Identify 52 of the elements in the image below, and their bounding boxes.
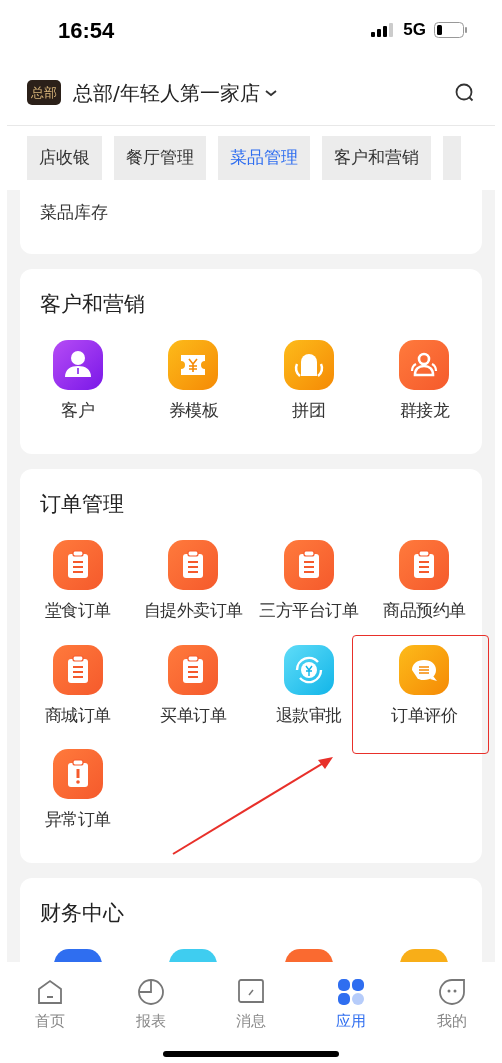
category-tab[interactable]: 菜品管理 bbox=[218, 136, 310, 180]
search-icon bbox=[455, 82, 475, 103]
app-label[interactable]: 自提外卖订单 bbox=[143, 598, 243, 624]
clipboard-icon bbox=[168, 644, 219, 695]
nav-tab[interactable]: 应用 bbox=[301, 978, 402, 1033]
clipboard-icon bbox=[52, 540, 103, 590]
clipboard-alert-icon bbox=[52, 749, 103, 799]
clipboard-icon bbox=[168, 540, 219, 590]
category-tab[interactable]: 餐厅管理 bbox=[114, 136, 206, 180]
chat-bubble-icon bbox=[399, 644, 450, 695]
face-icon bbox=[437, 978, 466, 1006]
message-icon bbox=[237, 978, 265, 1006]
figure-icon bbox=[283, 340, 334, 390]
clipboard-icon bbox=[52, 644, 103, 695]
pie-chart-icon bbox=[136, 978, 165, 1006]
store-badge: 总部 bbox=[27, 79, 61, 106]
refund-icon bbox=[283, 644, 334, 695]
coupon-icon bbox=[168, 340, 219, 390]
status-time: 16:54 bbox=[58, 16, 115, 45]
app-label[interactable]: 券模板 bbox=[168, 398, 218, 424]
battery-icon bbox=[434, 22, 468, 38]
app-label[interactable]: 三方平台订单 bbox=[259, 598, 359, 624]
people-icon bbox=[399, 340, 450, 390]
app-label[interactable]: 拼团 bbox=[292, 398, 326, 424]
app-label[interactable]: 异常订单 bbox=[44, 807, 111, 833]
section-title: 客户和营销 bbox=[39, 290, 146, 318]
app-label[interactable]: 商城订单 bbox=[44, 702, 111, 728]
nav-tab[interactable]: 我的 bbox=[401, 978, 502, 1033]
network-label: 5G bbox=[403, 19, 426, 42]
app-label[interactable]: 群接龙 bbox=[399, 398, 449, 424]
app-label[interactable]: 订单评价 bbox=[391, 702, 458, 728]
search-button[interactable] bbox=[455, 82, 475, 103]
clipboard-icon bbox=[399, 540, 450, 590]
app-label[interactable]: 客户 bbox=[61, 398, 95, 424]
nav-tab[interactable]: 报表 bbox=[100, 978, 201, 1033]
home-icon bbox=[36, 978, 65, 1006]
category-tab[interactable]: 客户和营销 bbox=[322, 136, 431, 180]
app-label[interactable]: 买单订单 bbox=[160, 702, 227, 728]
clipboard-icon bbox=[283, 540, 334, 590]
app-label[interactable]: 堂食订单 bbox=[44, 598, 111, 624]
section-title: 订单管理 bbox=[39, 490, 125, 518]
nav-tab[interactable]: 消息 bbox=[200, 978, 302, 1033]
category-tab[interactable]: 店收银 bbox=[27, 136, 102, 180]
chevron-down-icon bbox=[263, 87, 278, 98]
app-label[interactable]: 商品预约单 bbox=[383, 598, 466, 624]
apps-icon bbox=[337, 978, 366, 1006]
store-selector[interactable]: 总部/年轻人第一家店 bbox=[73, 77, 278, 108]
signal-icon bbox=[371, 23, 396, 37]
app-label[interactable]: 退款审批 bbox=[275, 702, 342, 728]
nav-tab[interactable]: 首页 bbox=[0, 978, 101, 1033]
person-icon bbox=[52, 340, 103, 390]
section-title: 财务中心 bbox=[39, 899, 125, 927]
